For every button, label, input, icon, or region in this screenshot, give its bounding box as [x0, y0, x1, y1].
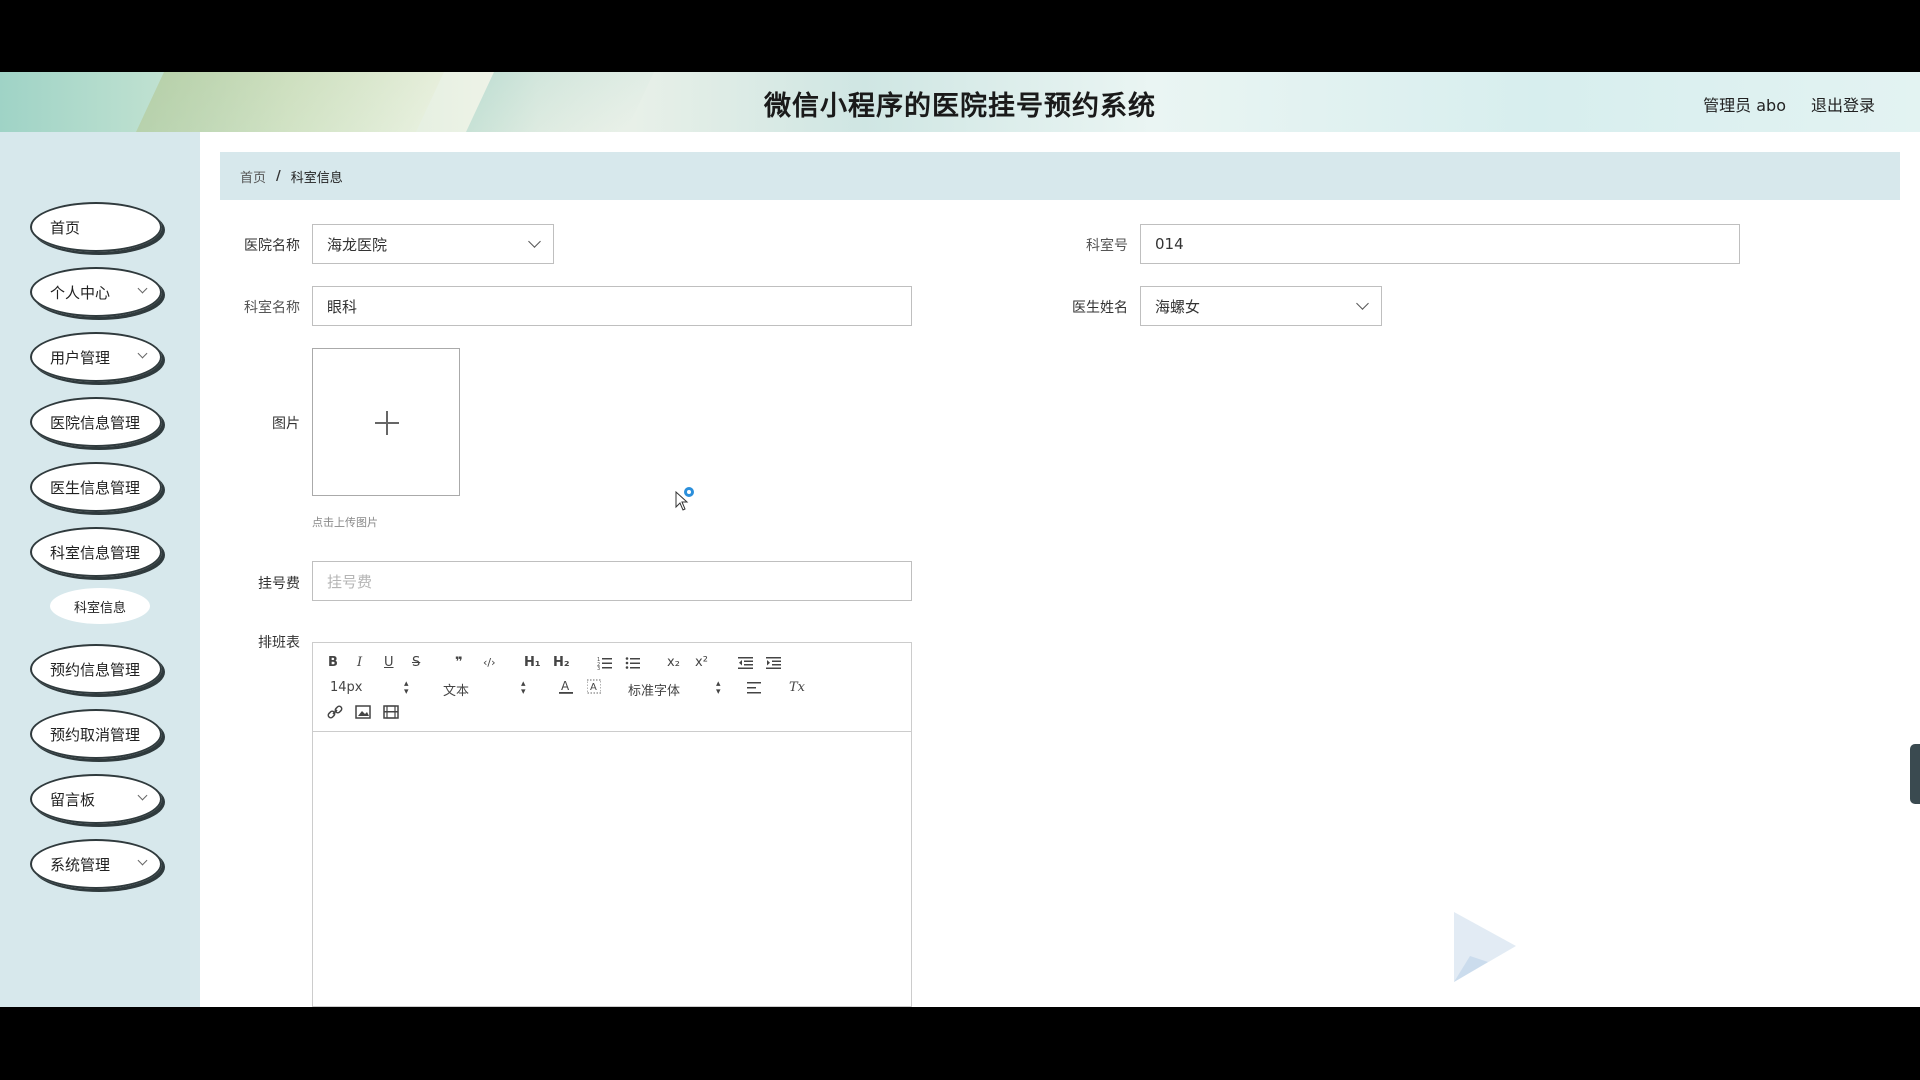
current-user: 管理员 abo [1703, 96, 1786, 115]
sidebar-item-message-board[interactable]: 留言板 [30, 774, 162, 824]
chevron-down-icon [1356, 297, 1369, 310]
sidebar-item-doctor[interactable]: 医生信息管理 [30, 462, 162, 512]
fee-input[interactable]: 挂号费 [312, 561, 912, 601]
doctor-label: 医生姓名 [1072, 300, 1128, 316]
indent-icon[interactable] [766, 656, 782, 670]
h2-button[interactable]: H₂ [553, 655, 570, 671]
doctor-select[interactable]: 海螺女 [1140, 286, 1382, 326]
svg-text:A: A [561, 679, 570, 693]
image-upload-box[interactable] [312, 348, 460, 496]
sidebar-item-label: 预约取消管理 [50, 725, 141, 744]
updown-icon: ▴ ▾ [716, 679, 721, 697]
video-icon[interactable] [383, 705, 399, 719]
dept-no-label: 科室号 [1086, 238, 1128, 254]
bold-button[interactable]: B [328, 655, 338, 671]
loading-spinner-icon [684, 487, 694, 497]
dept-name-value: 眼科 [327, 297, 358, 316]
bullet-list-icon[interactable] [625, 656, 641, 670]
updown-icon: ▴ ▾ [404, 679, 409, 697]
dept-no-input[interactable]: 014 [1140, 224, 1740, 264]
top-header: 微信小程序的医院挂号预约系统 管理员 abo 退出登录 [0, 72, 1920, 132]
sidebar: 首页 个人中心 用户管理 医院信息管理 医生信息管理 科室信息管理 科室信息 预… [0, 132, 200, 1007]
chevron-down-icon [137, 348, 148, 359]
h1-button[interactable]: H₁ [524, 655, 541, 671]
plus-icon [386, 411, 388, 435]
align-icon[interactable] [747, 681, 763, 695]
header-format-value: 文本 [443, 684, 470, 699]
side-widget-handle[interactable] [1910, 744, 1920, 804]
font-size-select[interactable]: 14px ▴ ▾ [330, 679, 410, 697]
sidebar-item-users[interactable]: 用户管理 [30, 332, 162, 382]
sidebar-item-label: 科室信息管理 [50, 543, 141, 562]
underline-button[interactable]: U [384, 655, 394, 671]
upload-hint: 点击上传图片 [312, 516, 378, 529]
sidebar-item-label: 用户管理 [50, 348, 111, 367]
chevron-down-icon [137, 855, 148, 866]
sidebar-item-profile[interactable]: 个人中心 [30, 267, 162, 317]
hospital-label: 医院名称 [244, 238, 300, 254]
code-button[interactable]: ‹/› [483, 655, 496, 671]
sidebar-item-hospital[interactable]: 医院信息管理 [30, 397, 162, 447]
svg-text:A: A [590, 682, 597, 693]
sidebar-subitem-department-info[interactable]: 科室信息 [50, 588, 150, 624]
sidebar-item-department[interactable]: 科室信息管理 [30, 527, 162, 577]
chevron-down-icon [137, 283, 148, 294]
hospital-value: 海龙医院 [327, 235, 388, 254]
svg-text:3: 3 [597, 666, 600, 670]
hospital-select[interactable]: 海龙医院 [312, 224, 554, 264]
fee-placeholder: 挂号费 [327, 572, 373, 591]
sidebar-item-label: 个人中心 [50, 283, 111, 302]
watermark-logo-icon [1454, 912, 1516, 982]
sidebar-item-system[interactable]: 系统管理 [30, 839, 162, 889]
breadcrumb-separator: / [276, 168, 281, 184]
dept-name-input[interactable]: 眼科 [312, 286, 912, 326]
font-family-select[interactable]: 标准字体 ▴ ▾ [628, 679, 724, 700]
image-label: 图片 [272, 416, 300, 432]
sidebar-item-home[interactable]: 首页 [30, 202, 162, 252]
fee-label: 挂号费 [258, 576, 300, 592]
editor-toolbar: B I U S ❞ ‹/› H₁ H₂ 123 x₂ x² 14px ▴ ▾ 文本 ▴… [313, 643, 911, 732]
chevron-down-icon [137, 790, 148, 801]
sidebar-item-label: 医院信息管理 [50, 413, 141, 432]
sidebar-item-cancellations[interactable]: 预约取消管理 [30, 709, 162, 759]
quote-button[interactable]: ❞ [455, 655, 463, 671]
dept-name-label: 科室名称 [244, 300, 300, 316]
font-size-value: 14px [330, 680, 363, 695]
breadcrumb-home[interactable]: 首页 [240, 167, 266, 186]
outdent-icon[interactable] [738, 656, 754, 670]
logout-link[interactable]: 退出登录 [1811, 92, 1875, 116]
rich-text-editor[interactable]: B I U S ❞ ‹/› H₁ H₂ 123 x₂ x² 14px ▴ ▾ 文本 ▴… [312, 642, 912, 1007]
subscript-button[interactable]: x₂ [667, 655, 680, 671]
app-title: 微信小程序的医院挂号预约系统 [764, 91, 1156, 122]
sidebar-item-label: 医生信息管理 [50, 478, 141, 497]
updown-icon: ▴ ▾ [521, 679, 526, 697]
italic-button[interactable]: I [357, 655, 362, 671]
link-icon[interactable] [327, 704, 343, 720]
header-format-select[interactable]: 文本 ▴ ▾ [443, 679, 527, 700]
dept-no-value: 014 [1155, 235, 1184, 253]
background-color-icon[interactable]: A [587, 679, 601, 695]
chevron-down-icon [528, 235, 541, 248]
clear-format-button[interactable]: Tx [789, 680, 805, 696]
breadcrumb: 首页 / 科室信息 [220, 152, 1900, 200]
breadcrumb-current: 科室信息 [290, 170, 343, 186]
doctor-value: 海螺女 [1155, 297, 1201, 316]
sidebar-item-appointments[interactable]: 预约信息管理 [30, 644, 162, 694]
sidebar-item-label: 预约信息管理 [50, 660, 141, 679]
app-window: 微信小程序的医院挂号预约系统 管理员 abo 退出登录 首页 个人中心 用户管理… [0, 72, 1920, 1007]
font-family-value: 标准字体 [628, 684, 681, 699]
ordered-list-icon[interactable]: 123 [597, 656, 613, 670]
strike-button[interactable]: S [412, 655, 420, 671]
sidebar-item-label: 系统管理 [50, 855, 111, 874]
sidebar-item-label: 留言板 [50, 790, 96, 809]
sidebar-item-label: 首页 [50, 218, 81, 237]
image-icon[interactable] [355, 705, 371, 719]
superscript-button[interactable]: x² [695, 655, 708, 671]
schedule-label: 排班表 [258, 635, 300, 651]
font-color-icon[interactable]: A [559, 679, 573, 695]
